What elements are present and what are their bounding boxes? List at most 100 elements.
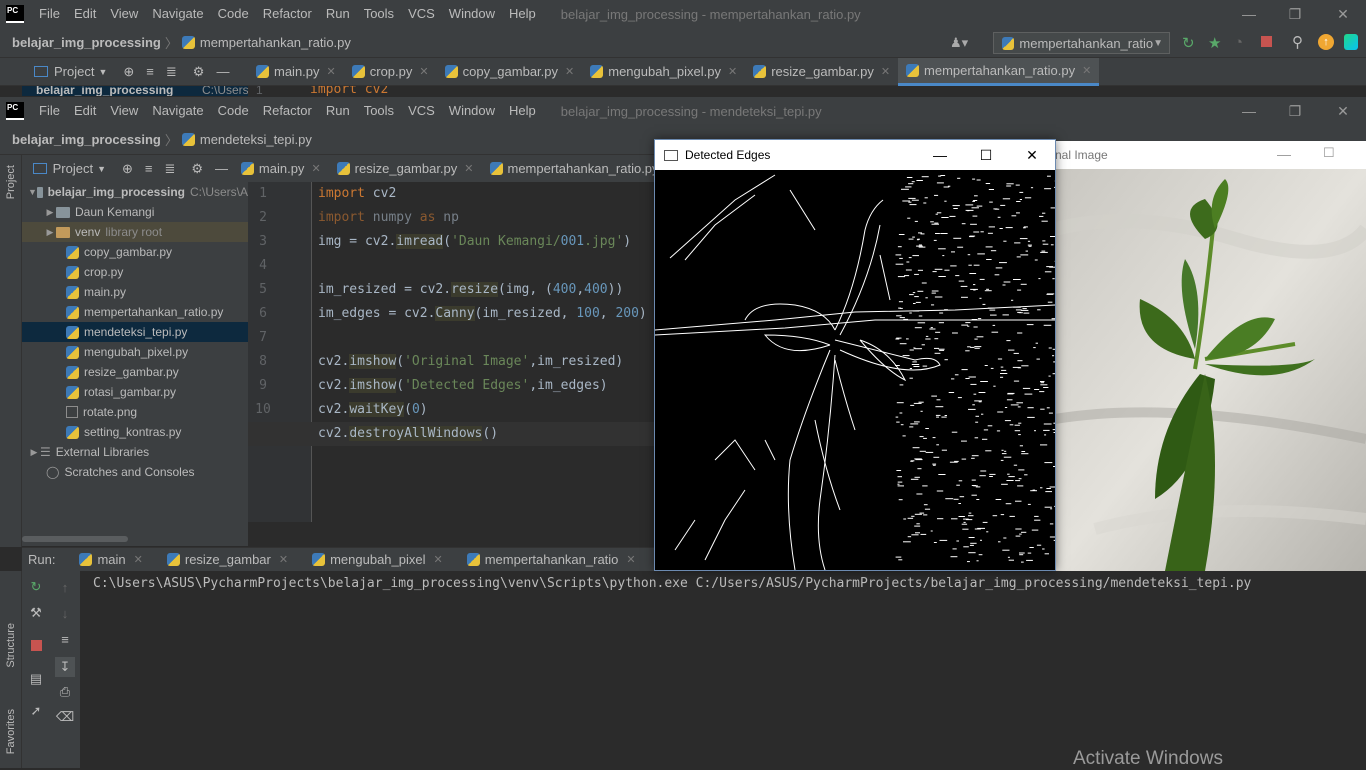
run-tab[interactable]: main✕: [67, 552, 154, 567]
trash-icon[interactable]: ⌫: [57, 709, 73, 725]
menu-refactor[interactable]: Refactor: [256, 0, 319, 28]
editor-tab[interactable]: copy_gambar.py✕: [437, 58, 583, 86]
tree-item[interactable]: ▶venvlibrary root: [22, 222, 248, 242]
up-arrow-icon[interactable]: ↑: [57, 579, 73, 595]
chevron-right-icon[interactable]: ▶: [44, 227, 56, 238]
soft-wrap-icon[interactable]: ≡: [57, 631, 73, 647]
tree-item[interactable]: rotasi_gambar.py: [22, 382, 248, 402]
debug-icon[interactable]: ★: [1208, 34, 1221, 52]
menu-window[interactable]: Window: [442, 0, 502, 28]
close-tab-icon[interactable]: ✕: [279, 553, 288, 566]
menu-window[interactable]: Window: [442, 97, 502, 125]
run-tab[interactable]: resize_gambar✕: [155, 552, 300, 567]
stop-icon[interactable]: [1261, 36, 1272, 47]
breadcrumb-project[interactable]: belajar_img_processing: [12, 132, 161, 147]
scroll-to-end-icon[interactable]: ↧: [55, 657, 75, 677]
editor-tab[interactable]: resize_gambar.py✕: [745, 58, 898, 86]
minimize-button[interactable]: —: [1277, 146, 1291, 162]
run-tab[interactable]: mengubah_pixel✕: [300, 552, 455, 567]
menu-help[interactable]: Help: [502, 0, 543, 28]
breadcrumb-file[interactable]: mempertahankan_ratio.py: [200, 35, 351, 50]
maximize-button[interactable]: ☐: [1323, 145, 1335, 161]
detected-edges-window[interactable]: Detected Edges — ☐ ✕: [654, 139, 1056, 571]
layout-icon[interactable]: ▤: [28, 671, 44, 687]
menu-navigate[interactable]: Navigate: [145, 97, 210, 125]
print-icon[interactable]: ⎙: [57, 684, 73, 700]
rerun-icon[interactable]: ↻: [28, 579, 44, 595]
jetbrains-toolbox-icon[interactable]: [1344, 34, 1358, 50]
tree-item[interactable]: copy_gambar.py: [22, 242, 248, 262]
update-icon[interactable]: ↑: [1318, 34, 1334, 50]
tree-item[interactable]: main.py: [22, 282, 248, 302]
close-tab-icon[interactable]: ✕: [419, 65, 428, 78]
tree-item[interactable]: mendeteksi_tepi.py: [22, 322, 248, 342]
gear-icon[interactable]: ⚙: [193, 64, 205, 80]
editor-tab[interactable]: resize_gambar.py✕: [329, 155, 482, 183]
menu-view[interactable]: View: [103, 0, 145, 28]
close-tab-icon[interactable]: ✕: [327, 65, 336, 78]
structure-tool-tab[interactable]: Structure: [5, 623, 17, 668]
down-arrow-icon[interactable]: ↓: [57, 605, 73, 621]
tree-item[interactable]: ◯Scratches and Consoles: [22, 462, 248, 482]
menu-vcs[interactable]: VCS: [401, 97, 442, 125]
search-icon[interactable]: ⚲: [1292, 33, 1303, 51]
menu-run[interactable]: Run: [319, 97, 357, 125]
close-tab-icon[interactable]: ✕: [565, 65, 574, 78]
hide-icon[interactable]: —: [215, 161, 228, 176]
editor-tab[interactable]: mempertahankan_ratio.py✕: [482, 155, 655, 183]
menu-view[interactable]: View: [103, 97, 145, 125]
menu-navigate[interactable]: Navigate: [145, 0, 210, 28]
user-icon[interactable]: ♟▾: [950, 35, 968, 51]
close-button[interactable]: ✕: [1320, 0, 1366, 28]
close-tab-icon[interactable]: ✕: [434, 553, 443, 566]
menu-file[interactable]: File: [32, 0, 67, 28]
menu-tools[interactable]: Tools: [357, 0, 401, 28]
collapse-all-icon[interactable]: ≣: [164, 161, 175, 177]
project-dropdown[interactable]: Project: [54, 64, 94, 79]
rerun-icon[interactable]: ↻: [1182, 34, 1195, 52]
close-button[interactable]: ✕: [1320, 97, 1366, 125]
restore-button[interactable]: ❐: [1272, 97, 1318, 125]
tree-item[interactable]: setting_kontras.py: [22, 422, 248, 442]
menu-edit[interactable]: Edit: [67, 0, 103, 28]
menu-code[interactable]: Code: [211, 0, 256, 28]
menu-file[interactable]: File: [32, 97, 67, 125]
close-tab-icon[interactable]: ✕: [626, 553, 635, 566]
chevron-right-icon[interactable]: ▶: [44, 207, 56, 218]
favorites-tool-tab[interactable]: Favorites: [5, 709, 17, 754]
close-tab-icon[interactable]: ✕: [464, 162, 473, 175]
horizontal-scrollbar[interactable]: [22, 536, 128, 542]
collapse-all-icon[interactable]: ≣: [166, 64, 177, 80]
menu-tools[interactable]: Tools: [357, 97, 401, 125]
tree-item[interactable]: mengubah_pixel.py: [22, 342, 248, 362]
expand-all-icon[interactable]: ≡: [146, 64, 154, 79]
menu-edit[interactable]: Edit: [67, 97, 103, 125]
original-image-window[interactable]: nal Image — ☐: [1055, 141, 1366, 571]
tree-item[interactable]: crop.py: [22, 262, 248, 282]
code-editor[interactable]: 1234567891011 import cv2import numpy as …: [248, 182, 654, 522]
close-button[interactable]: ✕: [1009, 140, 1055, 170]
expand-all-icon[interactable]: ≡: [145, 161, 153, 176]
minimize-button[interactable]: —: [1226, 0, 1272, 28]
breadcrumb-project[interactable]: belajar_img_processing: [12, 35, 161, 50]
chevron-right-icon[interactable]: ▶: [28, 447, 40, 458]
run-console[interactable]: C:\Users\ASUS\PycharmProjects\belajar_im…: [80, 571, 1366, 768]
chevron-down-icon[interactable]: ▼: [28, 187, 37, 197]
maximize-button[interactable]: ☐: [963, 140, 1009, 170]
close-tab-icon[interactable]: ✕: [1082, 64, 1091, 77]
editor-tab[interactable]: main.py✕: [248, 58, 344, 86]
coverage-icon[interactable]: ◔: [1234, 34, 1243, 51]
close-tab-icon[interactable]: ✕: [311, 162, 320, 175]
tree-item[interactable]: rotate.png: [22, 402, 248, 422]
breadcrumb-file[interactable]: mendeteksi_tepi.py: [200, 132, 312, 147]
menu-refactor[interactable]: Refactor: [256, 97, 319, 125]
stop-icon[interactable]: [28, 637, 44, 653]
menu-run[interactable]: Run: [319, 0, 357, 28]
tree-item[interactable]: ▶☰External Libraries: [22, 442, 248, 462]
minimize-button[interactable]: —: [1226, 97, 1272, 125]
editor-tab[interactable]: crop.py✕: [344, 58, 437, 86]
menu-code[interactable]: Code: [211, 97, 256, 125]
tree-item[interactable]: mempertahankan_ratio.py: [22, 302, 248, 322]
wrench-icon[interactable]: ⚒: [28, 605, 44, 621]
pin-icon[interactable]: ➚: [28, 703, 44, 719]
